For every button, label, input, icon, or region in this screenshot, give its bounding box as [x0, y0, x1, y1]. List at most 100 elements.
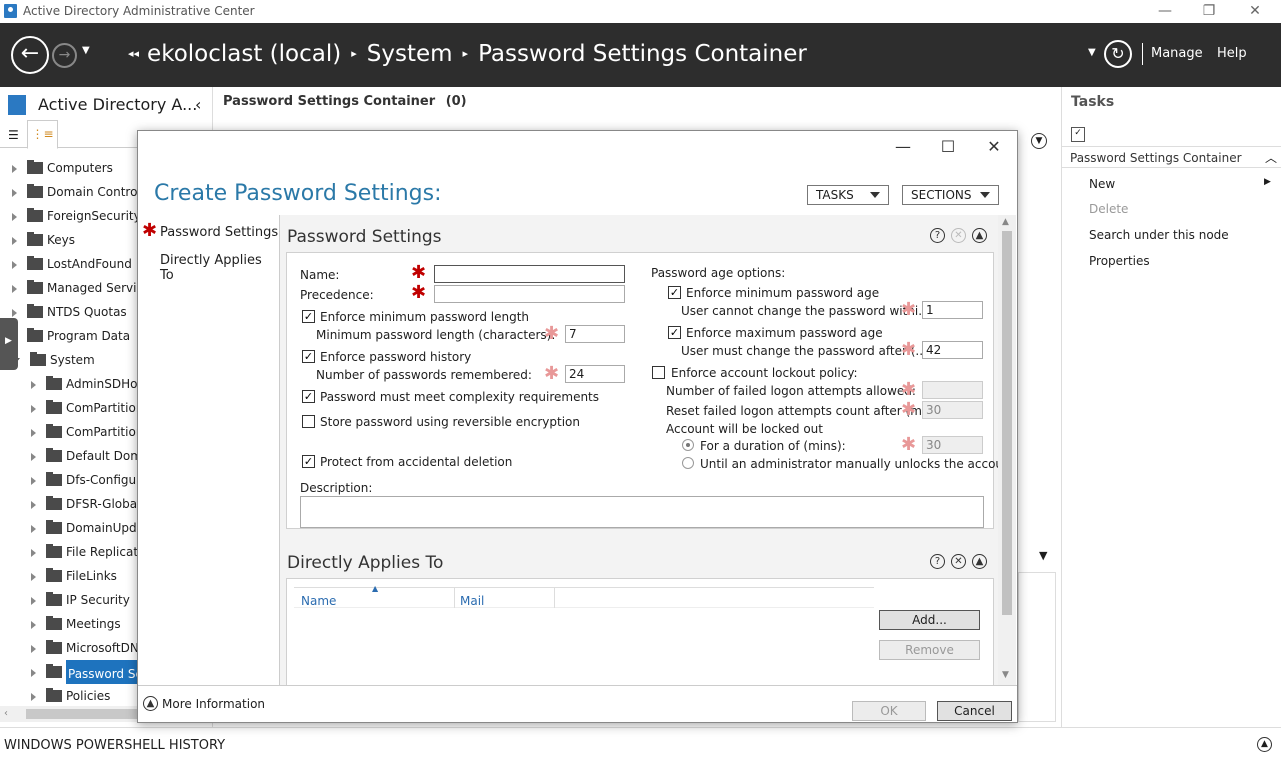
expand-arrow-icon[interactable] [12, 236, 17, 245]
more-info-expand-icon[interactable]: ▲ [143, 696, 158, 711]
min-age-input[interactable]: 1 [922, 301, 983, 319]
sections-dropdown[interactable]: SECTIONS [902, 185, 999, 205]
back-arrow-icon[interactable]: ← [11, 36, 49, 74]
directly-applies-to-header: Directly Applies To [287, 553, 444, 573]
protect-deletion-checkbox[interactable]: ✓ [302, 455, 315, 468]
task-new[interactable]: New [1089, 177, 1115, 191]
clipboard-icon[interactable]: ✓ [1071, 127, 1085, 142]
breadcrumb-item-psc[interactable]: Password Settings Container [478, 41, 807, 67]
name-input[interactable] [434, 265, 625, 283]
collapse-chevron-icon[interactable]: ︿ [1265, 149, 1277, 166]
chevron-down-icon[interactable]: ▼ [1039, 549, 1047, 562]
expand-arrow-icon[interactable] [31, 452, 36, 461]
expand-arrow-icon[interactable] [31, 524, 36, 533]
expand-arrow-icon[interactable] [31, 644, 36, 653]
dialog-minimize-icon[interactable]: — [893, 137, 913, 156]
dialog-maximize-icon[interactable]: ☐ [938, 137, 958, 156]
expand-section-icon[interactable]: ▼ [1031, 133, 1047, 149]
expand-arrow-icon[interactable] [12, 260, 17, 269]
expand-pane-tab[interactable]: ▶ [0, 318, 18, 370]
expand-arrow-icon[interactable] [31, 668, 36, 677]
collapse-section-icon[interactable]: ▲ [972, 554, 987, 569]
expand-arrow-icon[interactable] [12, 188, 17, 197]
tree-view-icon[interactable]: ⋮≡ [27, 120, 58, 149]
max-age-input[interactable]: 42 [922, 341, 983, 359]
lockout-policy-checkbox[interactable] [652, 366, 665, 379]
more-information-link[interactable]: More Information [162, 697, 265, 711]
nav-directly-applies-to[interactable]: Directly Applies To [160, 253, 279, 283]
manage-menu[interactable]: Manage [1151, 46, 1203, 61]
nav-password-settings[interactable]: Password Settings [160, 225, 278, 240]
column-header-mail[interactable]: Mail [460, 594, 484, 608]
expand-arrow-icon[interactable] [31, 692, 36, 701]
expand-arrow-icon[interactable] [31, 572, 36, 581]
powershell-history-bar[interactable]: WINDOWS POWERSHELL HISTORY ▲ [0, 727, 1281, 760]
expand-arrow-icon[interactable] [31, 500, 36, 509]
expand-arrow-icon[interactable] [12, 284, 17, 293]
history-dropdown-icon[interactable]: ▼ [82, 45, 90, 56]
collapse-section-icon[interactable]: ▲ [972, 228, 987, 243]
minimize-icon[interactable]: — [1154, 2, 1176, 20]
dialog-scrollbar[interactable]: ▲ ▼ [998, 215, 1016, 685]
close-icon[interactable]: ✕ [1244, 2, 1266, 20]
expand-arrow-icon[interactable] [12, 308, 17, 317]
reset-count-input[interactable]: 30 [922, 401, 983, 419]
expand-up-icon[interactable]: ▲ [1257, 737, 1272, 752]
history-input[interactable]: 24 [565, 365, 625, 383]
help-menu[interactable]: Help [1217, 46, 1247, 61]
tasks-dropdown[interactable]: TASKS [807, 185, 889, 205]
remove-section-icon[interactable]: ✕ [951, 554, 966, 569]
cancel-button[interactable]: Cancel [937, 701, 1012, 721]
collapse-chevron-icon[interactable]: ‹ [195, 95, 201, 114]
min-length-input[interactable]: 7 [565, 325, 625, 343]
complexity-checkbox[interactable]: ✓ [302, 390, 315, 403]
description-textarea[interactable] [300, 496, 984, 528]
enforce-history-checkbox[interactable]: ✓ [302, 350, 315, 363]
expand-arrow-icon[interactable] [31, 596, 36, 605]
scroll-left-icon[interactable]: ‹ [4, 708, 8, 719]
ok-button[interactable]: OK [852, 701, 926, 721]
restore-icon[interactable]: ❐ [1198, 2, 1220, 20]
remove-button[interactable]: Remove [879, 640, 980, 660]
until-admin-radio[interactable] [682, 457, 694, 469]
dialog-close-icon[interactable]: ✕ [984, 137, 1004, 156]
column-header-name[interactable]: Name [301, 594, 336, 608]
task-properties[interactable]: Properties [1089, 254, 1150, 268]
scroll-thumb[interactable] [1002, 231, 1012, 615]
until-admin-label: Until an administrator manually unlocks … [700, 457, 998, 471]
expand-arrow-icon[interactable] [31, 428, 36, 437]
enforce-min-length-checkbox[interactable]: ✓ [302, 310, 315, 323]
tasks-section-header[interactable]: Password Settings Container ︿ [1062, 146, 1281, 168]
help-icon[interactable]: ? [930, 554, 945, 569]
expand-arrow-icon[interactable] [12, 164, 17, 173]
precedence-input[interactable] [434, 285, 625, 303]
breadcrumb-item-system[interactable]: System [367, 41, 453, 67]
help-icon[interactable]: ? [930, 228, 945, 243]
task-search[interactable]: Search under this node [1089, 228, 1229, 242]
add-button[interactable]: Add... [879, 610, 980, 630]
folder-icon [27, 231, 43, 246]
expand-arrow-icon[interactable] [31, 380, 36, 389]
expand-arrow-icon[interactable] [31, 404, 36, 413]
expand-arrow-icon[interactable] [31, 548, 36, 557]
scroll-up-icon[interactable]: ▲ [1002, 217, 1009, 227]
enforce-max-age-checkbox[interactable]: ✓ [668, 326, 681, 339]
scroll-down-icon[interactable]: ▼ [1002, 670, 1009, 680]
folder-icon [46, 687, 62, 702]
reversible-encryption-checkbox[interactable] [302, 415, 315, 428]
forward-arrow-icon[interactable]: → [52, 43, 77, 68]
duration-radio[interactable] [682, 439, 694, 451]
expand-arrow-icon[interactable] [12, 212, 17, 221]
expand-arrow-icon[interactable] [31, 476, 36, 485]
tree-item-label: LostAndFound [47, 257, 132, 271]
breadcrumb-item-domain[interactable]: ekoloclast (local) [147, 41, 341, 67]
failed-attempts-input[interactable] [922, 381, 983, 399]
expand-arrow-icon[interactable] [31, 620, 36, 629]
list-view-icon[interactable]: ☰ [8, 128, 19, 142]
chevron-down-icon[interactable]: ▼ [1088, 47, 1096, 58]
task-delete[interactable]: Delete [1089, 202, 1128, 216]
refresh-icon[interactable]: ↻ [1104, 40, 1132, 68]
duration-input[interactable]: 30 [922, 436, 983, 454]
breadcrumb-root-icon[interactable]: ◂◂ [128, 47, 139, 60]
enforce-min-age-checkbox[interactable]: ✓ [668, 286, 681, 299]
